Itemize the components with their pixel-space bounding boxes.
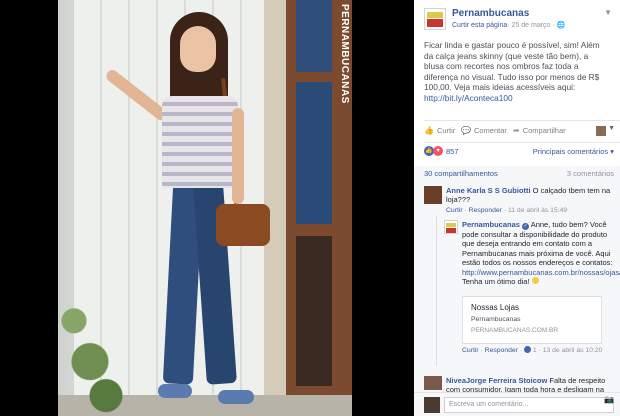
comment-like-link[interactable]: Curtir — [462, 347, 479, 354]
preview-title: Nossas Lojas — [471, 303, 520, 312]
comment: Anne Karla S S Gubiotti O calçado tbem t… — [446, 186, 611, 214]
reaction-count[interactable]: 857 — [446, 147, 459, 156]
comment-like-link[interactable]: Curtir — [446, 207, 463, 214]
post-link[interactable]: http://bit.ly/Aconteca100 — [424, 93, 513, 103]
post-panel: Pernambucanas Curtir esta página· 25 de … — [414, 0, 620, 416]
comment-composer: Escreva um comentário... 📷 — [414, 392, 620, 416]
post-subline: Curtir esta página· 25 de março · 🌐 — [452, 21, 565, 29]
chevron-down-icon[interactable]: ▼ — [604, 8, 612, 17]
photo-scene: PERNAMBUCANAS — [58, 0, 352, 416]
post-header: Pernambucanas Curtir esta página· 25 de … — [414, 0, 620, 40]
divider — [424, 142, 620, 143]
comment-time: · 11 de abril às 15:49 — [503, 206, 568, 214]
share-button[interactable]: ➦ Compartilhar — [513, 126, 566, 135]
avatar[interactable] — [424, 376, 442, 390]
divider — [424, 120, 620, 121]
comment-reply-link[interactable]: Responder — [469, 207, 502, 214]
comment-link[interactable]: http://www.pernambucanas.com.br/nossas/o… — [462, 268, 620, 277]
comment-author[interactable]: Anne Karla S S Gubiotti — [446, 186, 531, 195]
comment-sort-dropdown[interactable]: Principais comentários ▾ — [533, 147, 614, 156]
handbag — [216, 204, 270, 246]
page-avatar[interactable] — [424, 8, 446, 30]
shares-count[interactable]: 30 compartilhamentos — [424, 169, 498, 178]
share-icon: ➦ — [513, 126, 520, 135]
comments-section: Anne Karla S S Gubiotti O calçado tbem t… — [414, 180, 620, 394]
comment-button[interactable]: 💬 Comentar — [461, 126, 507, 135]
like-button[interactable]: 👍 Curtir — [424, 126, 455, 135]
globe-icon: 🌐 — [556, 22, 566, 29]
comment-like-count[interactable]: 1 — [533, 347, 537, 354]
stats-row: 30 compartilhamentos 3 comentários — [414, 166, 620, 180]
plant — [58, 280, 138, 416]
like-label: Curtir — [436, 126, 456, 135]
comment-author[interactable]: Pernambucanas — [462, 220, 520, 229]
comment-reply-link[interactable]: Responder — [485, 347, 518, 354]
comment-input[interactable]: Escreva um comentário... — [444, 397, 614, 413]
page-avatar[interactable] — [444, 220, 458, 234]
post-body: Ficar linda e gastar pouco é possível, s… — [414, 40, 620, 104]
comment-icon: 💬 — [461, 126, 471, 135]
viewer-avatar[interactable] — [596, 126, 606, 136]
thumbs-up-icon: 👍 — [424, 126, 434, 135]
window-shutter: PERNAMBUCANAS — [286, 0, 352, 395]
reply-comment: Pernambucanas ✓ Anne, tudo bem? Você pod… — [462, 220, 620, 286]
post-actions: 👍 Curtir 💬 Comentar ➦ Compartilhar ▼ — [414, 124, 620, 140]
preview-description: Pernambucanas — [471, 316, 521, 323]
preview-url: PERNAMBUCANAS.COM.BR — [471, 327, 559, 334]
brand-watermark: PERNAMBUCANAS — [339, 4, 350, 104]
avatar[interactable] — [424, 186, 442, 204]
reply-thread-line — [436, 216, 437, 366]
comment-time: · 13 de abril às 10:20 — [538, 347, 603, 354]
smile-emoji-icon — [531, 277, 539, 285]
like-count-icon — [523, 346, 531, 353]
reply-meta: Curtir · Responder · 1 · 13 de abril às … — [462, 346, 603, 354]
love-reaction-icon: ♥ — [433, 146, 443, 156]
page-name-link[interactable]: Pernambucanas — [452, 8, 529, 19]
link-preview-card[interactable]: Nossas Lojas Pernambucanas PERNAMBUCANAS… — [462, 296, 602, 344]
camera-icon[interactable]: 📷 — [604, 395, 614, 404]
comments-count: 3 comentários — [566, 169, 614, 178]
viewer-avatar — [424, 397, 440, 413]
comment-author[interactable]: NiveaJorge Ferreira Stoicow — [446, 376, 547, 385]
verified-icon: ✓ — [522, 223, 530, 230]
comment-label: Comentar — [473, 126, 507, 135]
post-text: Ficar linda e gastar pouco é possível, s… — [424, 40, 600, 93]
reactions-row: 👍 ♥ 857 Principais comentários ▾ — [414, 146, 620, 160]
post-date: · 25 de março · — [507, 22, 557, 29]
door-frame — [264, 0, 286, 395]
share-label: Compartilhar — [522, 126, 566, 135]
chevron-down-icon[interactable]: ▼ — [608, 125, 615, 132]
follow-page-link[interactable]: Curtir esta página — [452, 22, 507, 29]
model-figure — [103, 12, 270, 412]
post-photo[interactable]: PERNAMBUCANAS — [0, 0, 414, 416]
